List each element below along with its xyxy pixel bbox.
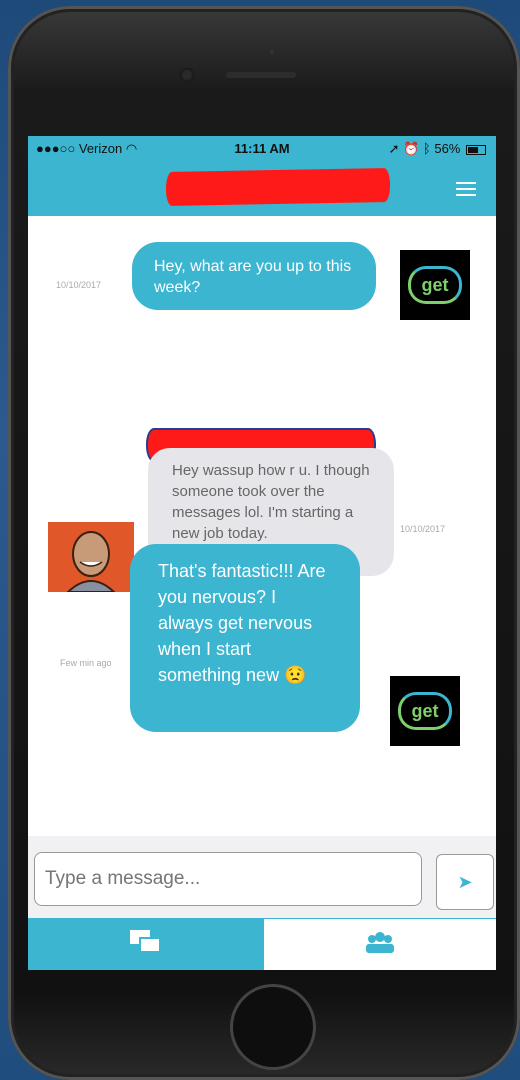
sensor-dot xyxy=(270,50,274,54)
message-text: Hey, what are you up to this week? xyxy=(154,258,352,296)
message-input[interactable] xyxy=(34,852,422,906)
nav-bar xyxy=(28,162,496,216)
alarm-icon: ⏰ xyxy=(403,141,420,156)
tab-messages[interactable] xyxy=(28,918,264,970)
sent-message-bubble: Hey, what are you up to this week? xyxy=(132,242,376,310)
battery-percent: 56% xyxy=(434,141,461,156)
status-right: ➚ ⏰ ᛒ 56% xyxy=(389,141,486,157)
bluetooth-icon: ᛒ xyxy=(422,141,431,156)
redacted-contact-title xyxy=(166,168,390,206)
location-icon: ➚ xyxy=(388,141,400,156)
message-text: Hey wassup how r u. I though someone too… xyxy=(172,462,370,542)
sender-avatar[interactable] xyxy=(48,522,134,592)
battery-icon xyxy=(466,144,486,155)
message-list: 10/10/2017 Hey, what are you up to this … xyxy=(28,216,496,836)
message-composer: ➤ xyxy=(28,836,496,918)
get-logo: get xyxy=(408,266,462,304)
chat-bubbles-icon xyxy=(130,930,161,953)
send-icon: ➤ xyxy=(457,872,473,892)
front-camera xyxy=(180,68,194,82)
get-logo-avatar: get xyxy=(390,676,460,746)
message-timestamp: Few min ago xyxy=(60,658,112,668)
tab-contacts[interactable] xyxy=(264,918,496,970)
message-timestamp: 10/10/2017 xyxy=(400,524,446,534)
get-logo: get xyxy=(398,692,452,730)
tab-bar xyxy=(28,918,496,970)
message-timestamp: 10/10/2017 xyxy=(56,280,102,290)
sent-message-bubble: That's fantastic!!! Are you nervous? I a… xyxy=(130,544,360,732)
earpiece-speaker xyxy=(226,72,296,78)
menu-icon[interactable] xyxy=(456,182,476,196)
app-screen: ●●●○○ Verizon ◠ 11:11 AM ➚ ⏰ ᛒ 56% 10/10… xyxy=(28,136,496,970)
send-button[interactable]: ➤ xyxy=(436,854,494,910)
sad-face-emoji-icon: 😟 xyxy=(284,665,307,685)
group-icon xyxy=(366,932,394,953)
home-button[interactable] xyxy=(230,984,316,1070)
get-logo-avatar: get xyxy=(400,250,470,320)
status-bar: ●●●○○ Verizon ◠ 11:11 AM ➚ ⏰ ᛒ 56% xyxy=(28,136,496,162)
